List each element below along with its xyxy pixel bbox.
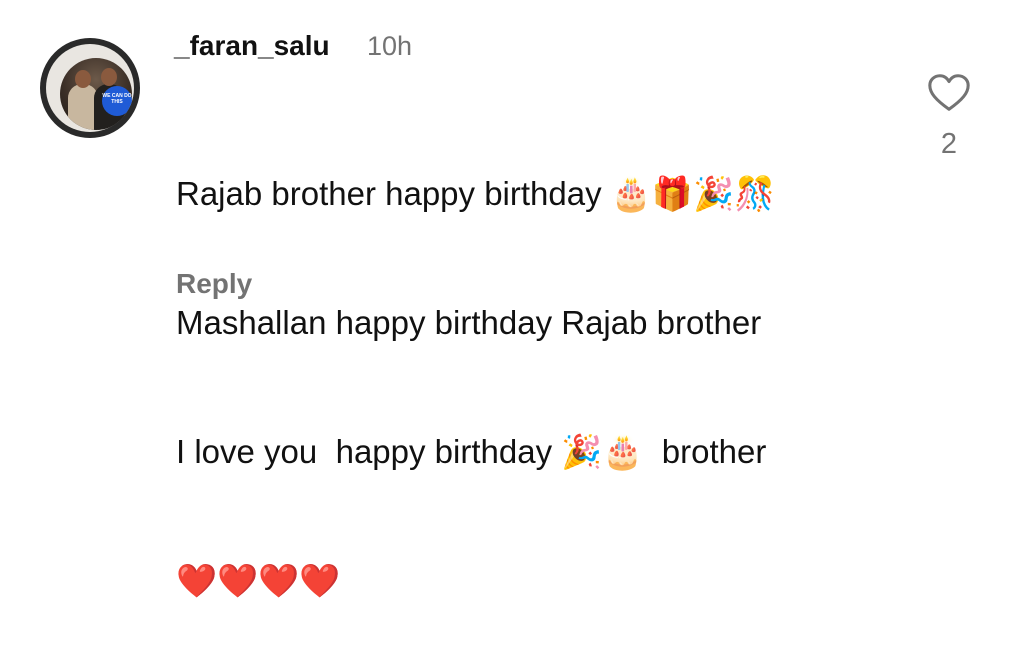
comment-text-line: Rajab brother happy birthday 🎂🎁🎉🎊	[176, 175, 776, 212]
avatar-person-head	[75, 70, 91, 88]
reply-button[interactable]: Reply	[176, 268, 252, 300]
like-button[interactable]	[926, 70, 972, 116]
vaccine-badge: WE CAN DO THIS	[102, 86, 132, 116]
comment-text-line: I love you happy birthday 🎉🎂 brother	[176, 433, 767, 470]
comment-text-line: Mashallan happy birthday Rajab brother	[176, 304, 762, 341]
comment-timestamp: 10h	[367, 31, 413, 61]
comment-item: WE CAN DO THIS _faran_salu 10h Rajab bro…	[0, 0, 1024, 599]
avatar-frame: WE CAN DO THIS	[46, 44, 134, 132]
heart-outline-icon	[928, 74, 970, 111]
comment-username[interactable]: _faran_salu	[174, 30, 330, 62]
like-count: 2	[940, 128, 958, 160]
comment-text-line: ❤️❤️❤️❤️	[176, 562, 341, 599]
avatar[interactable]: WE CAN DO THIS	[40, 38, 140, 138]
comment-text: Rajab brother happy birthday 🎂🎁🎉🎊 Mashal…	[176, 86, 775, 666]
avatar-person-head	[101, 68, 117, 86]
